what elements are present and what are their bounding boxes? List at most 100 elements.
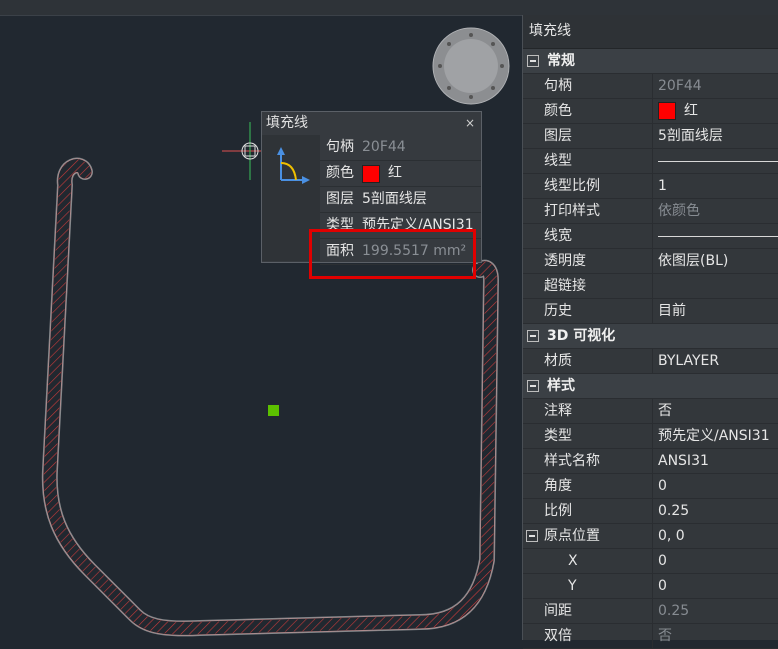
prop-layer[interactable]: 图层 5剖面线层: [523, 124, 778, 149]
qp-key: 面积: [326, 243, 354, 259]
prop-value: 0.25: [658, 603, 690, 619]
prop-value: 否: [658, 403, 672, 419]
prop-key: 双倍: [540, 624, 653, 648]
properties-panel: 填充线 常规 句柄 20F44 颜色 红 图层 5剖面线层 线型 线型比例 1 打印样式…: [522, 15, 778, 649]
prop-value: 依图层(BL): [658, 253, 729, 269]
prop-lineweight[interactable]: 线宽: [523, 224, 778, 249]
prop-hyperlink[interactable]: 超链接: [523, 274, 778, 299]
prop-value: 1: [658, 178, 667, 194]
prop-double[interactable]: 双倍否: [523, 624, 778, 649]
prop-key: 类型: [540, 424, 653, 448]
prop-angle[interactable]: 角度 0: [523, 474, 778, 499]
prop-annotative[interactable]: 注释否: [523, 399, 778, 424]
prop-value: 预先定义/ANSI31: [658, 428, 770, 444]
top-toolbar: [0, 0, 778, 16]
qp-value: 5剖面线层: [362, 191, 427, 207]
prop-value: 红: [684, 103, 698, 119]
qp-key: 类型: [326, 217, 354, 233]
section-style[interactable]: 样式: [523, 374, 778, 399]
panel-title: 填充线: [523, 15, 778, 49]
collapse-icon[interactable]: [527, 330, 539, 342]
center-grip[interactable]: [268, 405, 279, 416]
prop-origin-x[interactable]: X0: [523, 549, 778, 574]
prop-origin-y[interactable]: Y0: [523, 574, 778, 599]
drawing-svg: [41, 27, 510, 637]
prop-value: BYLAYER: [658, 353, 720, 369]
prop-key: 图层: [540, 124, 653, 148]
color-swatch: [362, 164, 380, 183]
prop-handle[interactable]: 句柄 20F44: [523, 74, 778, 99]
prop-key: 超链接: [540, 274, 653, 298]
prop-value: [653, 274, 778, 298]
prop-type[interactable]: 类型 预先定义/ANSI31: [523, 424, 778, 449]
prop-key: 角度: [540, 474, 653, 498]
prop-key: 线型: [540, 149, 653, 173]
prop-key: 间距: [540, 599, 653, 623]
prop-value: 目前: [658, 303, 686, 319]
prop-key: 原点位置: [540, 524, 653, 548]
prop-pattern-name[interactable]: 样式名称 ANSI31: [523, 449, 778, 474]
linetype-preview: [658, 160, 778, 162]
prop-key: Y: [540, 574, 653, 598]
prop-value: 0: [658, 553, 667, 569]
prop-key: 样式名称: [540, 449, 653, 473]
section-label: 样式: [547, 378, 575, 394]
section-general[interactable]: 常规: [523, 49, 778, 74]
qp-key: 图层: [326, 191, 354, 207]
prop-value: 0: [658, 478, 667, 494]
quick-properties-title-text: 填充线: [266, 115, 308, 131]
prop-scale[interactable]: 比例 0.25: [523, 499, 778, 524]
prop-transparency[interactable]: 透明度 依图层(BL): [523, 249, 778, 274]
qp-row-handle[interactable]: 句柄 20F44: [320, 135, 481, 161]
section-3d-visualization[interactable]: 3D 可视化: [523, 324, 778, 349]
prop-key: 线宽: [540, 224, 653, 248]
qp-value: 199.5517 mm²: [362, 243, 467, 259]
collapse-icon[interactable]: [527, 380, 539, 392]
qp-value: 预先定义/ANSI31: [362, 217, 474, 233]
prop-key: 透明度: [540, 249, 653, 273]
collapse-icon[interactable]: [527, 55, 539, 67]
qp-row-type[interactable]: 类型 预先定义/ANSI31: [320, 213, 481, 239]
prop-color[interactable]: 颜色 红: [523, 99, 778, 124]
qp-row-layer[interactable]: 图层 5剖面线层: [320, 187, 481, 213]
qp-key: 颜色: [326, 165, 354, 181]
prop-history[interactable]: 历史 目前: [523, 299, 778, 324]
prop-key: 句柄: [540, 74, 653, 98]
prop-plotstyle[interactable]: 打印样式 依颜色: [523, 199, 778, 224]
prop-key: 打印样式: [540, 199, 653, 223]
qp-key: 句柄: [326, 139, 354, 155]
qp-value: 红: [388, 165, 402, 181]
prop-value: 0: [658, 578, 667, 594]
prop-value: 0, 0: [658, 528, 685, 544]
hatch-type-icon: [262, 135, 320, 261]
prop-value: 5剖面线层: [658, 128, 723, 144]
prop-value: 0.25: [658, 503, 690, 519]
view-cube-icon[interactable]: [432, 27, 510, 105]
quick-properties-title[interactable]: 填充线 ×: [262, 112, 481, 134]
prop-key: 颜色: [540, 99, 653, 123]
prop-material[interactable]: 材质 BYLAYER: [523, 349, 778, 374]
prop-key: 比例: [540, 499, 653, 523]
prop-key: X: [540, 549, 653, 573]
collapse-icon[interactable]: [525, 530, 538, 542]
lineweight-preview: [658, 235, 778, 237]
prop-value: 20F44: [658, 78, 702, 94]
prop-value: ANSI31: [658, 453, 709, 469]
prop-value: 依颜色: [658, 203, 700, 219]
qp-row-area[interactable]: 面积 199.5517 mm²: [320, 239, 481, 265]
drawing-canvas[interactable]: [0, 0, 522, 640]
close-icon[interactable]: ×: [465, 112, 475, 134]
prop-ltscale[interactable]: 线型比例 1: [523, 174, 778, 199]
prop-key: 线型比例: [540, 174, 653, 198]
prop-linetype[interactable]: 线型: [523, 149, 778, 174]
qp-row-color[interactable]: 颜色 红: [320, 161, 481, 187]
prop-spacing[interactable]: 间距 0.25: [523, 599, 778, 624]
section-label: 常规: [547, 53, 575, 69]
prop-value: 否: [658, 628, 672, 644]
prop-key: 注释: [540, 399, 653, 423]
color-swatch: [658, 102, 676, 120]
prop-origin[interactable]: 原点位置 0, 0: [523, 524, 778, 549]
prop-key: 历史: [540, 299, 653, 323]
prop-key: 材质: [540, 349, 653, 373]
qp-value: 20F44: [362, 139, 406, 155]
